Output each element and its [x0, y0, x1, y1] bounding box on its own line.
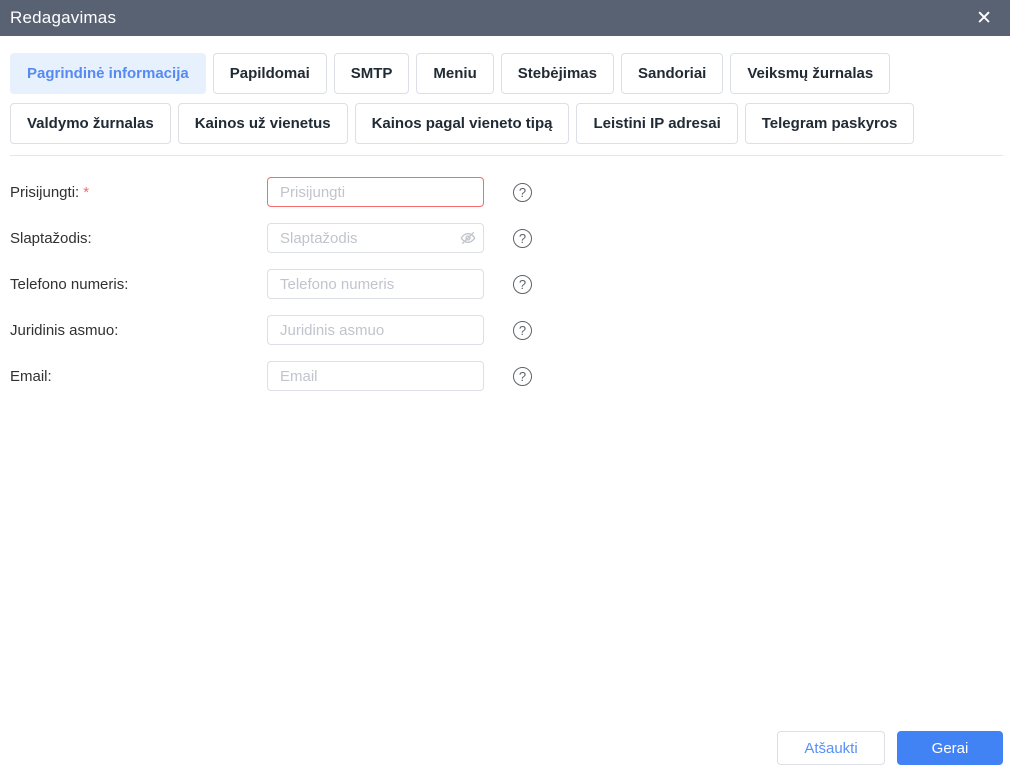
password-input-wrap — [267, 223, 484, 253]
form-row-juridinis-asmuo: Juridinis asmuo: ? — [10, 315, 1010, 345]
legal-entity-input[interactable] — [267, 315, 484, 345]
form-row-email: Email: ? — [10, 361, 1010, 391]
tab-sandoriai[interactable]: Sandoriai — [620, 53, 724, 94]
tab-kainos-pagal-vieneto-tipa[interactable]: Kainos pagal vieneto tipą — [354, 103, 570, 144]
tab-veiksmu-zurnalas[interactable]: Veiksmų žurnalas — [730, 53, 891, 94]
field-label: Slaptažodis: — [10, 229, 92, 247]
field-label: Telefono numeris: — [10, 275, 129, 293]
edit-form: Prisijungti:* ? Slaptažodis: ? Telefono … — [0, 156, 1010, 391]
tab-smtp[interactable]: SMTP — [333, 53, 410, 94]
field-label: Juridinis asmuo: — [10, 321, 119, 339]
tab-pagrindine-informacija[interactable]: Pagrindinė informacija — [10, 53, 206, 94]
help-icon[interactable]: ? — [513, 366, 532, 386]
tab-row-1: Pagrindinė informacija Papildomai SMTP M… — [10, 53, 1000, 94]
password-input[interactable] — [267, 223, 484, 253]
dialog-header: Redagavimas ✕ — [0, 0, 1010, 36]
dialog-title: Redagavimas — [10, 8, 117, 27]
tab-row-2: Valdymo žurnalas Kainos už vienetus Kain… — [10, 103, 1000, 144]
form-row-slaptazodis: Slaptažodis: ? — [10, 223, 1010, 253]
tab-stebejimas[interactable]: Stebėjimas — [500, 53, 614, 94]
tab-leistini-ip-adresai[interactable]: Leistini IP adresai — [576, 103, 738, 144]
tab-kainos-uz-vienetus[interactable]: Kainos už vienetus — [177, 103, 348, 144]
tab-valdymo-zurnalas[interactable]: Valdymo žurnalas — [10, 103, 171, 144]
ok-button[interactable]: Gerai — [897, 731, 1003, 765]
login-input[interactable] — [267, 177, 484, 207]
help-icon[interactable]: ? — [513, 182, 532, 202]
field-label: Email: — [10, 367, 52, 385]
help-icon[interactable]: ? — [513, 228, 532, 248]
required-asterisk: * — [83, 183, 90, 201]
phone-input-wrap — [267, 269, 484, 299]
form-row-telefono-numeris: Telefono numeris: ? — [10, 269, 1010, 299]
dialog-footer: Atšaukti Gerai — [777, 731, 1003, 765]
email-input-wrap — [267, 361, 484, 391]
help-icon[interactable]: ? — [513, 320, 532, 340]
field-label: Prisijungti: * — [10, 183, 90, 201]
form-row-prisijungti: Prisijungti:* ? — [10, 177, 1010, 207]
tab-telegram-paskyros[interactable]: Telegram paskyros — [744, 103, 915, 144]
help-icon[interactable]: ? — [513, 274, 532, 294]
close-icon[interactable]: ✕ — [972, 7, 996, 30]
cancel-button[interactable]: Atšaukti — [777, 731, 885, 765]
eye-off-icon[interactable] — [460, 230, 476, 246]
login-input-wrap — [267, 177, 484, 207]
tab-meniu[interactable]: Meniu — [416, 53, 494, 94]
phone-input[interactable] — [267, 269, 484, 299]
legal-entity-input-wrap — [267, 315, 484, 345]
email-input[interactable] — [267, 361, 484, 391]
tab-papildomai[interactable]: Papildomai — [212, 53, 327, 94]
